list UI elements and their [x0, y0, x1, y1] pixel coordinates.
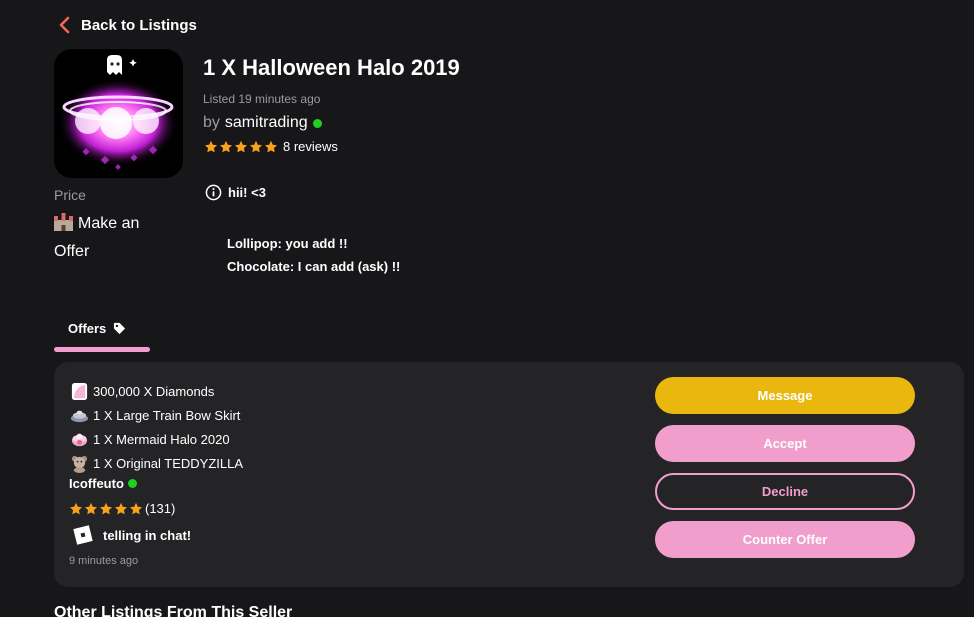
star-icon — [219, 140, 233, 152]
description-line: Lollipop: you add !! — [227, 236, 348, 251]
star-icon — [84, 502, 98, 514]
buyer-stars — [69, 502, 143, 516]
tab-offers-label: Offers — [68, 321, 107, 336]
offer-time: 9 minutes ago — [69, 555, 139, 567]
offer-message-text: telling in chat! — [103, 527, 192, 543]
online-status-dot — [127, 479, 137, 488]
star-icon — [204, 140, 218, 152]
castle-icon — [54, 213, 73, 231]
tab-offers[interactable]: Offers — [54, 319, 150, 352]
teddy-icon — [71, 455, 88, 473]
item-thumbnail — [54, 49, 183, 178]
price-label: Price — [54, 187, 86, 203]
seller-info: by samitrading — [203, 114, 322, 132]
buyer-info: Icoffeuto — [69, 476, 137, 491]
info-icon — [205, 184, 222, 201]
offer-items-list: 300,000 X Diamonds 1 X Large Train Bow S… — [70, 379, 243, 475]
seller-note: hii! <3 — [205, 184, 266, 201]
accept-button[interactable]: Accept — [655, 425, 915, 462]
seller-stars — [204, 140, 278, 154]
chevron-left-icon — [59, 16, 70, 34]
by-prefix: by — [203, 114, 220, 131]
star-icon — [129, 502, 143, 514]
offer-item: 1 X Mermaid Halo 2020 — [70, 427, 243, 451]
offer-card: 300,000 X Diamonds 1 X Large Train Bow S… — [54, 362, 964, 587]
listing-title: 1 X Halloween Halo 2019 — [203, 55, 460, 80]
offer-item-label: 1 X Mermaid Halo 2020 — [93, 431, 230, 447]
seller-rating: 8 reviews — [204, 139, 338, 154]
diamond-icon — [71, 382, 88, 400]
offer-message: telling in chat! — [72, 524, 191, 546]
offer-item: 1 X Original TEDDYZILLA — [70, 451, 243, 475]
star-icon — [249, 140, 263, 152]
message-button[interactable]: Message — [655, 377, 915, 414]
roblox-icon — [73, 525, 93, 545]
buyer-name-link[interactable]: Icoffeuto — [69, 476, 124, 491]
listing-description: Lollipop: you add !! Chocolate: I can ad… — [227, 232, 400, 278]
offer-item-label: 1 X Large Train Bow Skirt — [93, 407, 241, 423]
listing-page: Back to Listings Price Make an Offer 1 X… — [0, 0, 974, 617]
decline-button[interactable]: Decline — [655, 473, 915, 510]
back-to-listings-link[interactable]: Back to Listings — [58, 16, 197, 34]
star-icon — [234, 140, 248, 152]
tag-icon — [114, 322, 126, 335]
star-icon — [69, 502, 83, 514]
price-value: Make an Offer — [54, 210, 174, 266]
description-line: Chocolate: I can add (ask) !! — [227, 259, 401, 274]
buyer-reviews-count: (131) — [145, 501, 176, 516]
note-text: hii! <3 — [228, 185, 266, 200]
active-tab-indicator — [54, 347, 150, 352]
star-icon — [264, 140, 278, 152]
other-listings-heading: Other Listings From This Seller — [54, 604, 293, 617]
skirt-icon — [70, 410, 89, 422]
buyer-rating: (131) — [69, 501, 175, 516]
offer-item: 300,000 X Diamonds — [70, 379, 243, 403]
offer-item: 1 X Large Train Bow Skirt — [70, 403, 243, 427]
offer-item-label: 1 X Original TEDDYZILLA — [93, 455, 244, 471]
star-icon — [99, 502, 113, 514]
seller-name-link[interactable]: samitrading — [225, 114, 308, 132]
offer-item-label: 300,000 X Diamonds — [93, 383, 215, 399]
online-status-dot — [312, 118, 322, 128]
listed-time: Listed 19 minutes ago — [203, 92, 321, 106]
back-label: Back to Listings — [81, 16, 197, 34]
halo-icon — [71, 433, 88, 446]
reviews-count[interactable]: 8 reviews — [283, 139, 338, 154]
star-icon — [114, 502, 128, 514]
counter-offer-button[interactable]: Counter Offer — [655, 521, 915, 558]
